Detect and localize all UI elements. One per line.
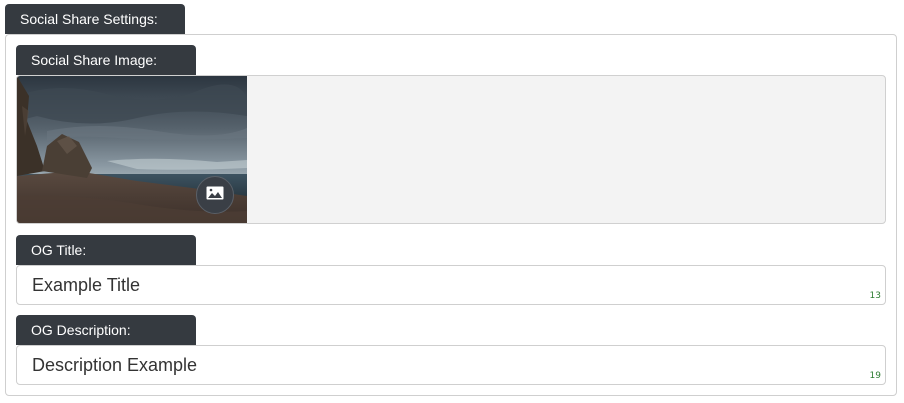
change-image-button[interactable] — [196, 176, 234, 214]
share-image-label: Social Share Image: — [31, 52, 158, 68]
og-description-char-count: 19 — [869, 371, 881, 381]
og-description-input[interactable] — [17, 346, 837, 384]
og-title-field[interactable]: 13 — [16, 265, 886, 305]
og-description-field[interactable]: 19 — [16, 345, 886, 385]
section-title: Social Share Settings: — [20, 11, 158, 27]
section-tab-social-share-settings: Social Share Settings: — [5, 4, 185, 34]
og-title-label: OG Title: — [31, 242, 87, 258]
share-image-dropzone[interactable] — [16, 75, 886, 224]
label-tab-share-image: Social Share Image: — [16, 45, 196, 75]
image-icon — [206, 186, 224, 205]
label-tab-og-description: OG Description: — [16, 315, 196, 345]
label-tab-og-title: OG Title: — [16, 235, 196, 265]
og-title-input[interactable] — [17, 266, 837, 304]
og-description-label: OG Description: — [31, 322, 131, 338]
og-title-char-count: 13 — [869, 291, 881, 301]
